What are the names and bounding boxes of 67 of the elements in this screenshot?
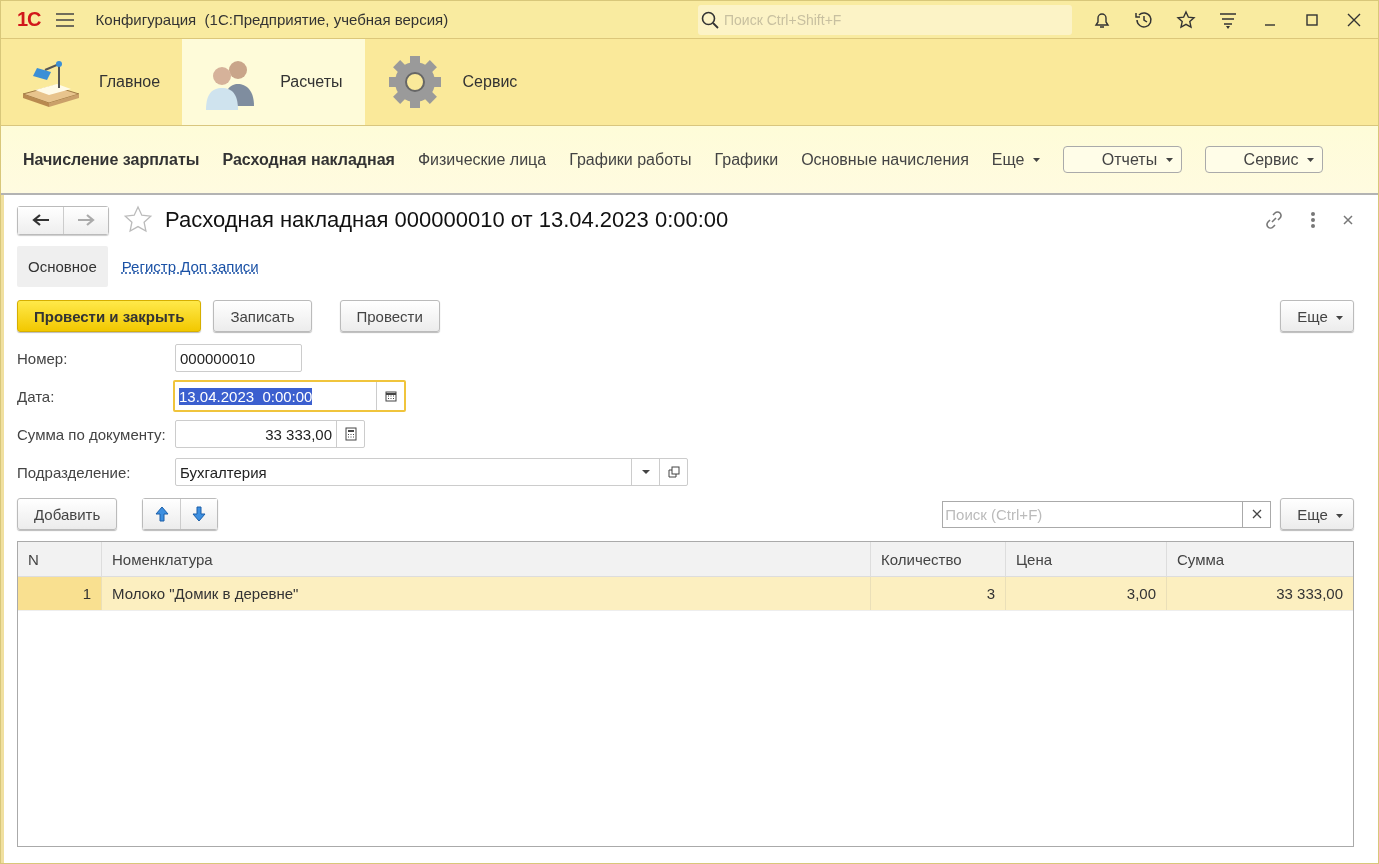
column-header[interactable]: N <box>18 542 101 576</box>
dropdown-icon <box>1032 158 1040 163</box>
table-cell: 3,00 <box>1005 577 1166 610</box>
action-button[interactable]: Провести <box>339 300 440 332</box>
table-cell: 33 333,00 <box>1166 577 1353 610</box>
action-button[interactable]: Записать <box>213 300 312 332</box>
field-label: Сумма по документу: <box>17 425 167 443</box>
down-arrow-icon <box>192 506 207 522</box>
command-link[interactable]: Основные начисления <box>801 150 969 169</box>
dropdown-icon <box>1336 315 1343 320</box>
add-button[interactable]: Добавить <box>17 498 118 530</box>
column-header[interactable]: Номенклатура <box>101 542 870 576</box>
history-icon[interactable] <box>1134 9 1154 30</box>
window-title: Конфигурация (1С:Предприятие, учебная версия) <box>95 11 449 28</box>
more-menu[interactable]: Еще <box>991 150 1040 169</box>
action-button[interactable]: Провести и закрыть <box>17 300 202 332</box>
column-header[interactable]: Количество <box>870 542 1005 576</box>
search-icon <box>701 10 719 29</box>
star-icon[interactable] <box>123 205 153 235</box>
table-cell: Молоко "Домик в деревне" <box>101 577 870 610</box>
move-down-button[interactable] <box>180 499 218 529</box>
dropdown-icon <box>1165 158 1173 163</box>
select-field[interactable]: Бухгалтерия <box>175 458 688 486</box>
table-search-field[interactable]: Поиск (Ctrl+F) <box>942 500 1244 528</box>
more-options-icon[interactable] <box>1310 211 1316 229</box>
menu-button[interactable]: Отчеты <box>1062 146 1182 173</box>
open-icon[interactable] <box>667 466 680 478</box>
link-icon[interactable] <box>1264 210 1284 230</box>
command-link[interactable]: Физические лица <box>417 150 547 169</box>
menu-button[interactable]: Сервис <box>1204 146 1323 173</box>
calendar-icon[interactable] <box>384 390 397 402</box>
form-tab[interactable]: Регистр Доп записи <box>121 257 259 275</box>
table-cell: 1 <box>18 577 101 610</box>
table-row[interactable]: 1 Молоко "Домик в деревне" 3 3,00 33 333,00 <box>18 577 1353 611</box>
section-tab[interactable]: Главное <box>1 39 183 125</box>
field-label: Дата: <box>17 387 56 405</box>
right-arrow-icon <box>77 214 95 226</box>
amount-field[interactable]: 33 333,00 <box>175 420 365 448</box>
command-link[interactable]: Начисление зарплаты <box>23 150 200 169</box>
move-up-button[interactable] <box>143 499 181 529</box>
dropdown-icon <box>1336 513 1343 518</box>
table-cell: 3 <box>870 577 1005 610</box>
command-link[interactable]: Расходная накладная <box>222 150 395 169</box>
form-tab[interactable]: Основное <box>17 245 108 287</box>
back-button[interactable] <box>18 206 63 234</box>
menu-icon[interactable] <box>54 11 75 28</box>
column-header[interactable]: Сумма <box>1166 542 1353 576</box>
more-button[interactable]: Еще <box>1280 300 1354 332</box>
up-arrow-icon <box>154 506 169 522</box>
command-link[interactable]: Графики работы <box>569 150 692 169</box>
clear-icon <box>1251 509 1262 519</box>
column-header[interactable]: Цена <box>1005 542 1166 576</box>
section-tab[interactable]: Сервис <box>364 39 540 125</box>
star-icon[interactable] <box>1176 9 1196 30</box>
calculator-icon[interactable] <box>344 427 357 441</box>
left-arrow-icon <box>31 214 50 226</box>
field-label: Номер: <box>17 349 69 367</box>
form-title: Расходная накладная 000000010 от 13.04.2023 0:00:00 <box>165 207 729 233</box>
field-label: Подразделение: <box>17 463 132 481</box>
dropdown-icon <box>1306 158 1314 163</box>
app-logo: 1С <box>17 8 41 31</box>
more-button[interactable]: Еще <box>1280 498 1354 530</box>
date-field[interactable]: 13.04.2023 0:00:00 <box>173 380 406 412</box>
command-link[interactable]: Графики <box>714 150 779 169</box>
dropdown-icon[interactable] <box>641 470 650 474</box>
number-field[interactable]: 000000010 <box>175 344 302 372</box>
section-tab[interactable]: Расчеты <box>182 39 365 125</box>
